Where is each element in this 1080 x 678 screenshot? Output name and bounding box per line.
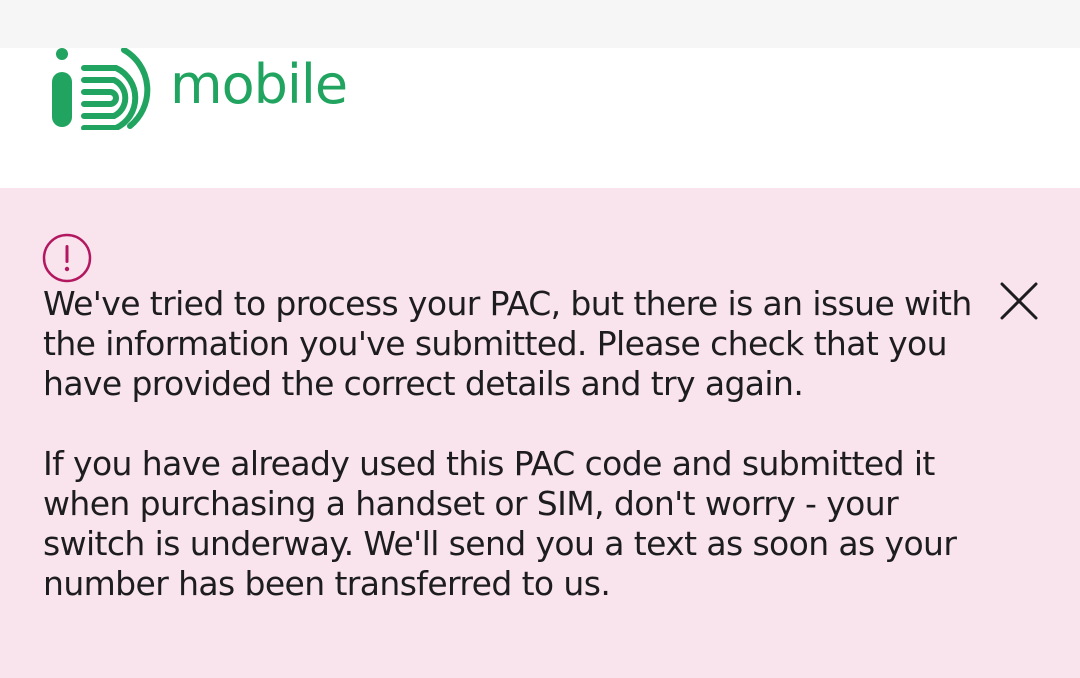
alert-paragraph-1: We've tried to process your PAC, but the…: [43, 284, 972, 403]
exclamation-circle-icon: [42, 233, 92, 283]
brand-logo[interactable]: mobile: [50, 48, 348, 130]
alert-paragraph-2: If you have already used this PAC code a…: [43, 444, 957, 603]
pac-error-alert: We've tried to process your PAC, but the…: [0, 188, 1080, 678]
site-header: mobile: [0, 48, 1080, 188]
id-mobile-logo-icon: [50, 48, 160, 130]
alert-message: We've tried to process your PAC, but the…: [43, 284, 983, 604]
top-status-strip: [0, 0, 1080, 48]
close-icon[interactable]: [998, 280, 1040, 322]
brand-name: mobile: [170, 53, 348, 116]
